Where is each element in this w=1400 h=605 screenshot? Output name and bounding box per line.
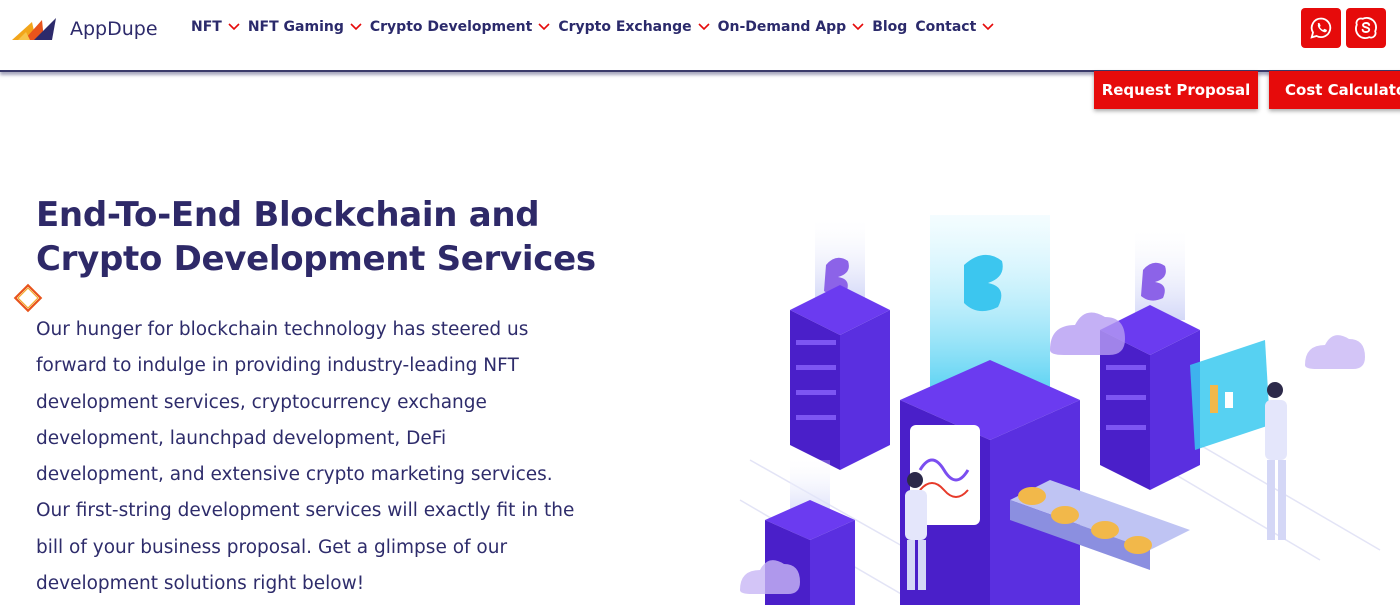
nav-item-on-demand-app[interactable]: On-Demand App: [718, 19, 865, 35]
hero-description-line: development solutions right below!: [36, 573, 365, 595]
nav-item-label: NFT: [191, 19, 222, 35]
blockchain-illustration: [739, 215, 1381, 605]
chevron-down-icon: [228, 23, 240, 31]
hero-description-line: Our hunger for blockchain technology has…: [36, 319, 529, 340]
chevron-down-icon: [982, 23, 994, 31]
cost-calculator-button[interactable]: Cost Calculator: [1269, 71, 1400, 109]
nav-item-nft[interactable]: NFT: [191, 19, 240, 35]
analytics-screen: [1190, 340, 1270, 450]
chevron-down-icon: [698, 23, 710, 31]
hero-description-line: development, launchpad development, DeFi: [36, 427, 447, 449]
skype-button[interactable]: [1346, 8, 1386, 48]
nav-item-contact[interactable]: Contact: [915, 19, 994, 35]
appdupe-logo-icon: [12, 18, 56, 40]
hero-description-line: development services, cryptocurrency exc…: [36, 391, 487, 413]
nav-item-nft-gaming[interactable]: NFT Gaming: [248, 19, 362, 35]
top-navbar: AppDupe NFT NFT Gaming Crypto Developmen…: [0, 0, 1400, 72]
request-proposal-button[interactable]: Request Proposal: [1094, 71, 1258, 109]
hero-description-line: bill of your business proposal. Get a gl…: [36, 536, 508, 558]
nav-item-crypto-development[interactable]: Crypto Development: [370, 19, 550, 35]
hero-description-line: forward to indulge in providing industry…: [36, 355, 519, 377]
right-server-tower: [1100, 230, 1200, 490]
nav-item-label: On-Demand App: [717, 19, 847, 35]
nav-item-label: Crypto Development: [369, 19, 533, 35]
chevron-down-icon: [852, 23, 864, 31]
left-server-tower: [790, 220, 890, 470]
hero-description-line: Our first-string development services wi…: [36, 500, 575, 522]
nav-item-label: Crypto Exchange: [558, 19, 692, 35]
nav-item-label: Contact: [915, 19, 977, 35]
hero-title-line: End-To-End Blockchain and: [36, 195, 540, 235]
whatsapp-button[interactable]: [1301, 8, 1341, 48]
hero-title-line: Crypto Development Services: [36, 239, 596, 279]
hero-description-line: development, and extensive crypto market…: [36, 464, 553, 486]
nav-item-crypto-exchange[interactable]: Crypto Exchange: [558, 19, 710, 35]
nav-item-label: Blog: [872, 19, 908, 35]
hero-description: Our hunger for blockchain technology has…: [36, 312, 576, 602]
nav-item-blog[interactable]: Blog: [872, 19, 907, 35]
chevron-down-icon: [538, 23, 550, 31]
main-nav: NFT NFT Gaming Crypto Development Crypto…: [191, 19, 1002, 35]
center-server-tower: [900, 215, 1080, 605]
brand-logo[interactable]: AppDupe: [12, 18, 158, 40]
chevron-down-icon: [350, 23, 362, 31]
hero-title: End-To-End Blockchain and Crypto Develop…: [36, 193, 596, 281]
decorative-diamond-icon: [13, 283, 43, 313]
person-figure: [1265, 382, 1287, 540]
whatsapp-icon: [1310, 17, 1332, 39]
brand-name: AppDupe: [70, 18, 158, 40]
nav-item-label: NFT Gaming: [247, 19, 344, 35]
skype-icon: [1355, 17, 1377, 39]
